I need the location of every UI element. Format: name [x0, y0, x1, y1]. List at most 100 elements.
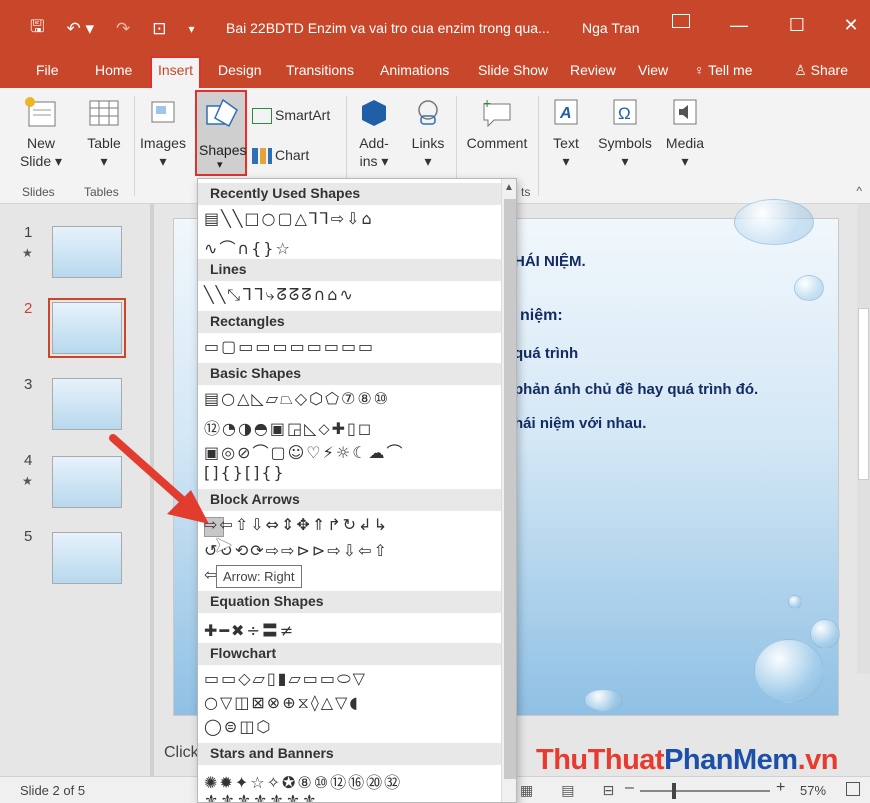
add-ins-button[interactable]: Add-ins ▾	[352, 96, 396, 170]
slide-text-line: quá trình	[514, 345, 579, 362]
ribbon-display-options-icon[interactable]	[672, 14, 690, 28]
shapes-gallery-dropdown: Recently Used Shapes ▤╲╲□○▢△⅂⅂⇨⇩⌂ ∿⌒∩{}☆…	[197, 178, 517, 803]
watermark-part: ThuThuat	[536, 744, 665, 776]
shape-row-equation[interactable]: ✚━✖÷〓≠	[204, 617, 295, 641]
links-label: Links	[411, 135, 445, 151]
tab-view[interactable]: View	[638, 62, 668, 78]
shape-row-flowchart[interactable]: ◯⊜◫⬡	[204, 717, 272, 736]
chart-button[interactable]: Chart	[252, 146, 309, 165]
zoom-in-button[interactable]: +	[776, 779, 785, 797]
zoom-slider[interactable]	[640, 790, 770, 792]
shape-row-rectangles[interactable]: ▭▢▭▭▭▭▭▭▭▭	[204, 337, 375, 356]
shape-row-basic[interactable]: ▤○△◺▱⏢◇⬡⬠⑦⑧⑩	[204, 389, 390, 409]
shape-row-lines[interactable]: ╲╲⤡ᒣᒣ⤷ᘔᘔᘔ∩⌂∿	[204, 285, 355, 305]
shape-row-stars[interactable]: ⚜⚜⚜⚜⚜⚜⚜	[204, 791, 318, 802]
slide-thumbnail-2[interactable]	[48, 298, 126, 358]
section-basic-shapes: Basic Shapes	[198, 363, 501, 385]
table-icon	[89, 100, 119, 126]
shapes-button[interactable]: Shapes ▾	[195, 90, 247, 176]
images-caret: ▾	[159, 153, 167, 169]
text-button[interactable]: A Text ▾	[546, 96, 586, 170]
symbols-button[interactable]: Ω Symbols ▾	[596, 96, 654, 170]
slide-text-line: hái niệm với nhau.	[514, 415, 647, 432]
svg-text:Ω: Ω	[618, 104, 631, 123]
zoom-level[interactable]: 57%	[800, 783, 826, 798]
table-button[interactable]: Table ▾	[84, 96, 124, 170]
close-button[interactable]: ✕	[836, 10, 866, 40]
ribbon-separator	[134, 96, 135, 196]
minimize-button[interactable]: —	[724, 10, 754, 40]
scroll-up-icon[interactable]: ▲	[504, 182, 514, 193]
maximize-button[interactable]: ☐	[782, 10, 812, 40]
fit-slide-icon[interactable]	[846, 782, 860, 796]
table-label: Table	[87, 135, 121, 151]
new-slide-label: New Slide ▾	[19, 135, 63, 169]
customize-qat-icon[interactable]: ▾	[189, 22, 195, 36]
chart-icon	[252, 148, 272, 165]
tab-transitions[interactable]: Transitions	[286, 62, 354, 78]
links-caret: ▾	[424, 153, 432, 169]
shape-row-recent[interactable]: ▤╲╲□○▢△⅂⅂⇨⇩⌂	[204, 209, 374, 228]
scrollbar-thumb[interactable]	[858, 308, 869, 480]
notes-placeholder[interactable]: Click	[164, 744, 199, 762]
water-drop-decoration	[754, 639, 824, 703]
slideshow-view-icon[interactable]: ⊟	[602, 782, 614, 799]
user-name[interactable]: Nga Tran	[582, 20, 640, 36]
view-buttons: ▦ ▤ ⊟	[520, 782, 614, 799]
dropdown-scrollbar[interactable]: ▲	[501, 179, 516, 802]
shape-row-flowchart[interactable]: ○▽◫⊠⊗⊕⧖◊△▽◖	[204, 693, 360, 713]
normal-view-icon[interactable]: ▦	[520, 782, 533, 799]
present-from-start-icon[interactable]: ⊡	[152, 19, 166, 39]
zoom-slider-handle[interactable]	[671, 783, 676, 799]
new-slide-icon	[25, 97, 56, 127]
tell-me-search[interactable]: ♀ Tell me	[694, 62, 752, 78]
shape-row-basic[interactable]: ▣◎⊘⌒▢☺♡⚡☼☾☁⌒	[204, 439, 405, 463]
collapse-ribbon-button[interactable]: ^	[856, 184, 862, 198]
slide-thumbnail-1[interactable]	[52, 226, 122, 278]
water-drop-decoration	[810, 619, 840, 649]
tab-file[interactable]: File	[36, 62, 59, 78]
group-label-tables: Tables	[84, 185, 119, 199]
site-watermark: ThuThuatPhanMem.vn	[536, 744, 838, 777]
shapes-caret: ▾	[217, 159, 223, 171]
section-flowchart: Flowchart	[198, 643, 501, 665]
tab-insert[interactable]: Insert	[149, 56, 202, 90]
shapes-icon	[206, 98, 238, 128]
new-slide-button[interactable]: New Slide ▾	[18, 96, 64, 170]
shapes-label: Shapes	[199, 142, 247, 158]
zoom-out-button[interactable]: –	[625, 779, 634, 797]
undo-icon[interactable]: ↶ ▾	[66, 19, 94, 39]
shape-row-flowchart[interactable]: ▭▭◇▱▯▮▱▭▭⬭▽	[204, 669, 367, 689]
redo-icon[interactable]: ↷	[116, 19, 130, 39]
images-button[interactable]: Images ▾	[138, 96, 188, 170]
links-button[interactable]: Links ▾	[406, 96, 450, 170]
slide-thumbnail-5[interactable]	[52, 532, 122, 584]
share-button[interactable]: ♙ Share	[794, 62, 848, 79]
annotation-arrow-icon	[109, 434, 209, 524]
dropdown-scrollbar-thumb[interactable]	[504, 199, 516, 779]
tab-design[interactable]: Design	[218, 62, 262, 78]
shape-row-basic[interactable]: []{}[]{}	[204, 463, 286, 482]
thumbnail-number: 5	[24, 528, 33, 545]
shape-row-basic[interactable]: ⑫◔◑◓▣◲◺⬦✚▯◻	[204, 415, 373, 439]
section-recently-used-shapes: Recently Used Shapes	[198, 183, 501, 205]
slide-thumbnail-3[interactable]	[52, 378, 122, 430]
tab-slide-show[interactable]: Slide Show	[478, 62, 548, 78]
editor-scrollbar[interactable]	[857, 204, 870, 674]
shape-row-stars[interactable]: ✺✹✦☆✧✪⑧⑩⑫⑯⑳㉜	[204, 769, 402, 793]
comment-button[interactable]: + Comment	[462, 96, 532, 152]
animation-star-icon: ★	[22, 474, 33, 488]
tab-home[interactable]: Home	[95, 62, 132, 78]
svg-text:A: A	[559, 105, 572, 122]
section-stars-and-banners: Stars and Banners	[198, 743, 501, 765]
tab-animations[interactable]: Animations	[380, 62, 449, 78]
save-icon[interactable]: 🖫	[30, 14, 44, 43]
smartart-button[interactable]: SmartArt	[252, 106, 330, 125]
smartart-icon	[252, 108, 272, 125]
reading-view-icon[interactable]: ▤	[561, 782, 574, 799]
shape-row-recent[interactable]: ∿⌒∩{}☆	[204, 235, 292, 259]
tab-review[interactable]: Review	[570, 62, 616, 78]
media-button[interactable]: Media ▾	[662, 96, 708, 170]
section-equation-shapes: Equation Shapes	[198, 591, 501, 613]
comment-label: Comment	[466, 135, 528, 151]
